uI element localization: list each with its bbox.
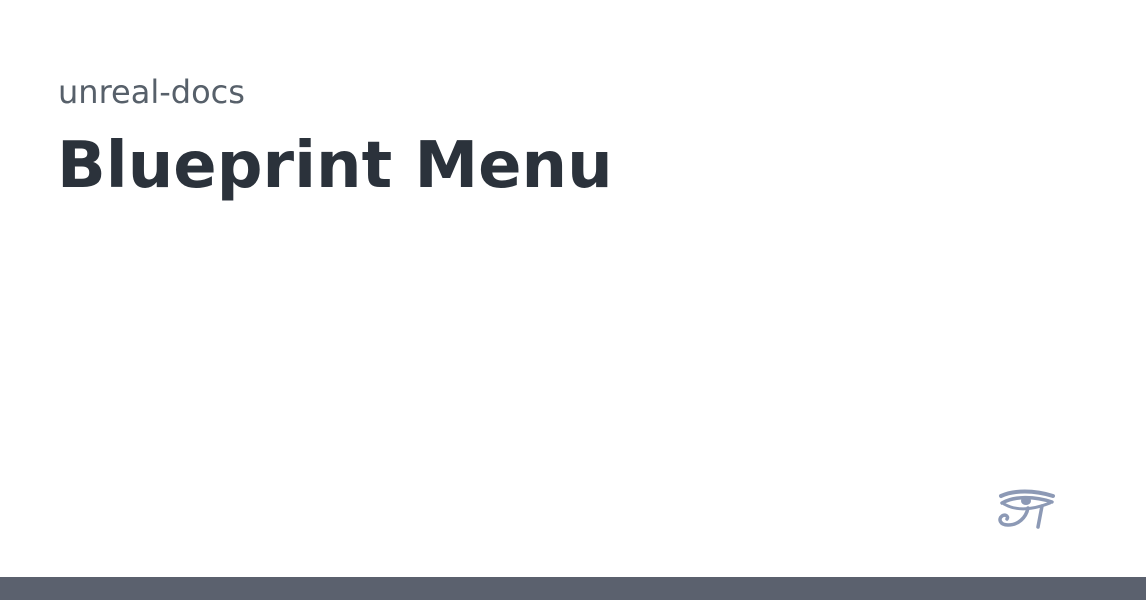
footer-bar	[0, 577, 1146, 600]
page-title: Blueprint Menu	[57, 129, 613, 203]
social-preview-card: unreal-docs Blueprint Menu	[0, 0, 1146, 600]
eye-of-horus-icon	[998, 489, 1055, 529]
repository-name: unreal-docs	[58, 73, 245, 111]
